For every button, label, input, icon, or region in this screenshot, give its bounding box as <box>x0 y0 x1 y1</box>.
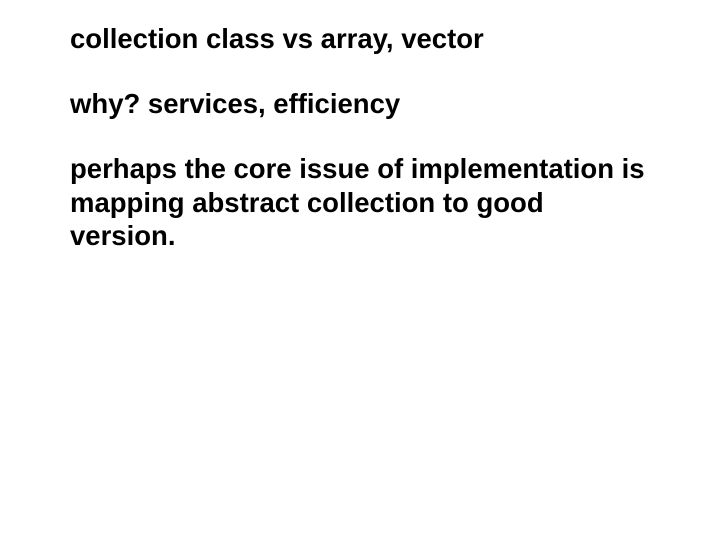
heading-line-1: collection class vs array, vector <box>70 22 650 55</box>
body-paragraph: perhaps the core issue of implementation… <box>70 152 650 253</box>
slide-content: collection class vs array, vector why? s… <box>0 0 720 275</box>
heading-line-2: why? services, efficiency <box>70 87 650 120</box>
